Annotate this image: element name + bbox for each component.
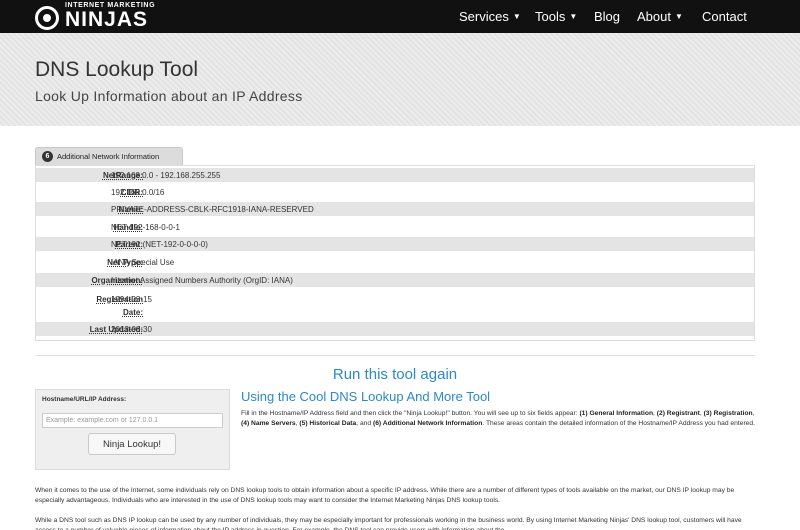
- chevron-down-icon: ▼: [512, 12, 521, 21]
- field-registrant: (2) Registrant: [656, 410, 700, 417]
- info-value: 1994-03-15: [111, 295, 152, 304]
- tab-additional-network-info[interactable]: 6 Additional Network Information: [35, 147, 183, 165]
- field-historical-data: (5) Historical Data: [299, 420, 357, 427]
- lookup-form: Hostname/URL/IP Address: Ninja Lookup!: [35, 389, 230, 470]
- nav-about[interactable]: About ▼: [637, 9, 683, 24]
- section-number-badge: 6: [42, 151, 53, 162]
- field-registration: (3) Registration: [703, 410, 753, 417]
- desc-outro: . These areas contain the detailed infor…: [482, 420, 755, 427]
- nav-contact-label: Contact: [702, 9, 747, 24]
- logo-ring-icon: [35, 6, 59, 30]
- hostname-input[interactable]: [42, 413, 223, 428]
- top-navbar: INTERNET MARKETING NINJAS Services ▼ Tool…: [0, 0, 800, 33]
- info-row-net-type: Net Type: IANA Special Use: [36, 255, 754, 269]
- info-value: 192.168.0.0 - 192.168.255.255: [111, 171, 221, 180]
- info-row-last-updated: Last Updated: 2013-08-30: [36, 322, 754, 336]
- nav-about-label: About: [637, 9, 671, 24]
- field-name-servers: (4) Name Servers: [241, 420, 296, 427]
- info-row-netrange: NetRange: 192.168.0.0 - 192.168.255.255: [36, 168, 754, 182]
- nav-blog[interactable]: Blog: [594, 9, 620, 24]
- page-subtitle: Look Up Information about an IP Address: [35, 88, 303, 104]
- nav-tools[interactable]: Tools ▼: [535, 9, 577, 24]
- hostname-field-label: Hostname/URL/IP Address:: [42, 396, 127, 403]
- info-value: IANA Special Use: [111, 258, 175, 267]
- info-row-cidr: CIDR: 192.168.0.0/16: [36, 185, 754, 199]
- info-value: Internet Assigned Numbers Authority (Org…: [111, 276, 293, 285]
- info-row-organization: Organization: Internet Assigned Numbers …: [36, 273, 754, 287]
- info-value: NET192 (NET-192-0-0-0-0): [111, 240, 208, 249]
- nav-tools-label: Tools: [535, 9, 566, 24]
- body-paragraph: While a DNS tool such as DNS IP lookup c…: [35, 517, 742, 530]
- site-logo[interactable]: INTERNET MARKETING NINJAS: [35, 2, 195, 32]
- tool-usage-description: Fill in the Hostname/IP Address field an…: [241, 410, 755, 427]
- logo-wordmark: NINJAS: [65, 8, 149, 31]
- nav-blog-label: Blog: [594, 9, 621, 24]
- tab-label: Additional Network Information: [57, 152, 160, 161]
- info-value: 2013-08-30: [111, 325, 152, 334]
- info-row-registration-date: Registration Date: 1994-03-15: [36, 290, 754, 320]
- chevron-down-icon: ▼: [674, 12, 683, 21]
- nav-services[interactable]: Services ▼: [459, 9, 521, 24]
- info-row-parent: Parent: NET192 (NET-192-0-0-0-0): [36, 237, 754, 251]
- info-value: NET-192-168-0-0-1: [111, 223, 180, 232]
- ninja-lookup-button[interactable]: Ninja Lookup!: [88, 433, 176, 455]
- nav-services-label: Services: [459, 9, 509, 24]
- page-title: DNS Lookup Tool: [35, 58, 199, 81]
- info-row-handle: Handle: NET-192-168-0-0-1: [36, 220, 754, 234]
- page-header: DNS Lookup Tool Look Up Information abou…: [0, 33, 800, 126]
- body-paragraph: When it comes to the use of the Internet…: [35, 487, 735, 504]
- chevron-down-icon: ▼: [569, 12, 578, 21]
- info-row-name: Name: PRIVATE-ADDRESS-CBLK-RFC1918-IANA-…: [36, 202, 754, 216]
- section-divider: [35, 355, 755, 356]
- field-general-info: (1) General Information: [579, 410, 654, 417]
- network-info-panel: NetRange: 192.168.0.0 - 192.168.255.255 …: [35, 165, 755, 341]
- field-additional-network-info: (6) Additional Network Information: [372, 420, 483, 427]
- info-value: PRIVATE-ADDRESS-CBLK-RFC1918-IANA-RESERV…: [111, 205, 314, 214]
- tool-usage-title: Using the Cool DNS Lookup And More Tool: [241, 389, 491, 404]
- info-value: 192.168.0.0/16: [111, 188, 165, 197]
- run-again-heading: Run this tool again: [332, 366, 458, 383]
- nav-contact[interactable]: Contact: [702, 9, 747, 24]
- desc-intro: Fill in the Hostname/IP Address field an…: [241, 410, 580, 417]
